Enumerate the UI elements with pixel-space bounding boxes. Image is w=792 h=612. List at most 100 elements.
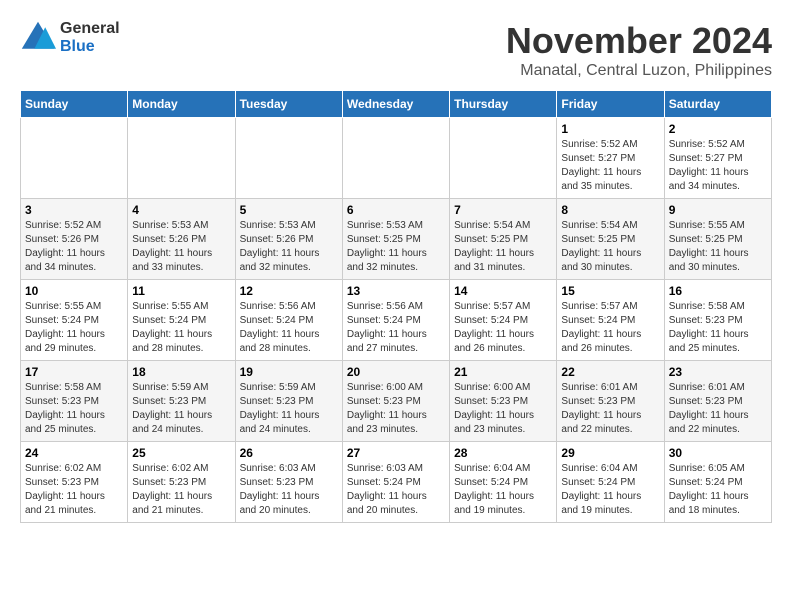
- day-number: 15: [561, 284, 659, 298]
- day-info: Sunrise: 6:01 AM Sunset: 5:23 PM Dayligh…: [669, 381, 767, 437]
- calendar-cell: 5Sunrise: 5:53 AM Sunset: 5:26 PM Daylig…: [235, 199, 342, 280]
- logo-blue-text: Blue: [60, 38, 120, 56]
- page-header: General Blue November 2024 Manatal, Cent…: [20, 20, 772, 80]
- logo: General Blue: [20, 20, 120, 56]
- calendar-cell: 2 Sunrise: 5:52 AM Sunset: 5:27 PM Daylig…: [664, 118, 771, 199]
- day-info: Sunrise: 5:58 AM Sunset: 5:23 PM Dayligh…: [25, 381, 123, 437]
- calendar-cell: 8 Sunrise: 5:54 AM Sunset: 5:25 PM Daylig…: [557, 199, 664, 280]
- day-number: 12: [240, 284, 338, 298]
- calendar-cell: 12 Sunrise: 5:56 AM Sunset: 5:24 PM Dayli…: [235, 280, 342, 361]
- logo-general-text: General: [60, 20, 120, 38]
- calendar-cell: 25 Sunrise: 6:02 AM Sunset: 5:23 PM Dayli…: [128, 442, 235, 523]
- logo-text: General Blue: [60, 20, 120, 55]
- calendar-week-row: 24Sunrise: 6:02 AM Sunset: 5:23 PM Dayli…: [21, 442, 772, 523]
- day-number: 17: [25, 365, 123, 379]
- calendar-table: SundayMondayTuesdayWednesdayThursdayFrid…: [20, 90, 772, 523]
- calendar-cell: 20Sunrise: 6:00 AM Sunset: 5:23 PM Dayli…: [342, 361, 449, 442]
- day-number: 1: [561, 122, 659, 136]
- day-info: Sunrise: 5:53 AM Sunset: 5:26 PM Dayligh…: [132, 219, 230, 275]
- day-info: Sunrise: 5:54 AM Sunset: 5:25 PM Dayligh…: [454, 219, 552, 275]
- day-number: 13: [347, 284, 445, 298]
- day-info: Sunrise: 5:52 AM Sunset: 5:27 PM Dayligh…: [561, 138, 659, 194]
- day-info: Sunrise: 6:03 AM Sunset: 5:24 PM Dayligh…: [347, 462, 445, 518]
- day-info: Sunrise: 5:56 AM Sunset: 5:24 PM Dayligh…: [240, 300, 338, 356]
- day-info: Sunrise: 5:58 AM Sunset: 5:23 PM Dayligh…: [669, 300, 767, 356]
- calendar-header-row: SundayMondayTuesdayWednesdayThursdayFrid…: [21, 91, 772, 118]
- day-info: Sunrise: 6:02 AM Sunset: 5:23 PM Dayligh…: [25, 462, 123, 518]
- day-number: 6: [347, 203, 445, 217]
- day-info: Sunrise: 6:04 AM Sunset: 5:24 PM Dayligh…: [561, 462, 659, 518]
- day-info: Sunrise: 5:53 AM Sunset: 5:25 PM Dayligh…: [347, 219, 445, 275]
- calendar-cell: 9 Sunrise: 5:55 AM Sunset: 5:25 PM Daylig…: [664, 199, 771, 280]
- calendar-week-row: 10Sunrise: 5:55 AM Sunset: 5:24 PM Dayli…: [21, 280, 772, 361]
- day-info: Sunrise: 6:00 AM Sunset: 5:23 PM Dayligh…: [454, 381, 552, 437]
- day-number: 14: [454, 284, 552, 298]
- day-info: Sunrise: 5:57 AM Sunset: 5:24 PM Dayligh…: [454, 300, 552, 356]
- calendar-cell: 27Sunrise: 6:03 AM Sunset: 5:24 PM Dayli…: [342, 442, 449, 523]
- calendar-cell: 19Sunrise: 5:59 AM Sunset: 5:23 PM Dayli…: [235, 361, 342, 442]
- weekday-header: Friday: [557, 91, 664, 118]
- calendar-cell: [342, 118, 449, 199]
- calendar-cell: 1 Sunrise: 5:52 AM Sunset: 5:27 PM Daylig…: [557, 118, 664, 199]
- calendar-cell: [21, 118, 128, 199]
- calendar-cell: [450, 118, 557, 199]
- day-number: 18: [132, 365, 230, 379]
- day-number: 22: [561, 365, 659, 379]
- weekday-header: Sunday: [21, 91, 128, 118]
- day-info: Sunrise: 5:54 AM Sunset: 5:25 PM Dayligh…: [561, 219, 659, 275]
- calendar-cell: 7 Sunrise: 5:54 AM Sunset: 5:25 PM Daylig…: [450, 199, 557, 280]
- day-number: 8: [561, 203, 659, 217]
- day-number: 19: [240, 365, 338, 379]
- day-number: 29: [561, 446, 659, 460]
- day-number: 20: [347, 365, 445, 379]
- weekday-header: Monday: [128, 91, 235, 118]
- day-info: Sunrise: 5:55 AM Sunset: 5:25 PM Dayligh…: [669, 219, 767, 275]
- calendar-cell: 14 Sunrise: 5:57 AM Sunset: 5:24 PM Dayli…: [450, 280, 557, 361]
- day-number: 30: [669, 446, 767, 460]
- day-info: Sunrise: 5:57 AM Sunset: 5:24 PM Dayligh…: [561, 300, 659, 356]
- calendar-cell: 30 Sunrise: 6:05 AM Sunset: 5:24 PM Dayli…: [664, 442, 771, 523]
- day-number: 4: [132, 203, 230, 217]
- day-number: 2: [669, 122, 767, 136]
- day-number: 26: [240, 446, 338, 460]
- day-number: 7: [454, 203, 552, 217]
- calendar-cell: 3 Sunrise: 5:52 AM Sunset: 5:26 PM Daylig…: [21, 199, 128, 280]
- calendar-cell: 16 Sunrise: 5:58 AM Sunset: 5:23 PM Dayli…: [664, 280, 771, 361]
- day-info: Sunrise: 6:05 AM Sunset: 5:24 PM Dayligh…: [669, 462, 767, 518]
- calendar-week-row: 1 Sunrise: 5:52 AM Sunset: 5:27 PM Daylig…: [21, 118, 772, 199]
- day-number: 9: [669, 203, 767, 217]
- logo-icon: [20, 20, 56, 56]
- weekday-header: Wednesday: [342, 91, 449, 118]
- weekday-header: Tuesday: [235, 91, 342, 118]
- day-number: 25: [132, 446, 230, 460]
- day-info: Sunrise: 5:52 AM Sunset: 5:26 PM Dayligh…: [25, 219, 123, 275]
- title-section: November 2024 Manatal, Central Luzon, Ph…: [506, 20, 772, 80]
- weekday-header: Thursday: [450, 91, 557, 118]
- day-number: 11: [132, 284, 230, 298]
- calendar-cell: 15 Sunrise: 5:57 AM Sunset: 5:24 PM Dayli…: [557, 280, 664, 361]
- calendar-cell: 28 Sunrise: 6:04 AM Sunset: 5:24 PM Dayli…: [450, 442, 557, 523]
- calendar-cell: 21 Sunrise: 6:00 AM Sunset: 5:23 PM Dayli…: [450, 361, 557, 442]
- day-number: 10: [25, 284, 123, 298]
- calendar-week-row: 17 Sunrise: 5:58 AM Sunset: 5:23 PM Dayli…: [21, 361, 772, 442]
- month-title: November 2024: [506, 20, 772, 62]
- day-number: 5: [240, 203, 338, 217]
- day-number: 3: [25, 203, 123, 217]
- calendar-week-row: 3 Sunrise: 5:52 AM Sunset: 5:26 PM Daylig…: [21, 199, 772, 280]
- day-info: Sunrise: 6:04 AM Sunset: 5:24 PM Dayligh…: [454, 462, 552, 518]
- day-info: Sunrise: 6:01 AM Sunset: 5:23 PM Dayligh…: [561, 381, 659, 437]
- calendar-cell: 29 Sunrise: 6:04 AM Sunset: 5:24 PM Dayli…: [557, 442, 664, 523]
- calendar-cell: 4 Sunrise: 5:53 AM Sunset: 5:26 PM Daylig…: [128, 199, 235, 280]
- day-info: Sunrise: 6:02 AM Sunset: 5:23 PM Dayligh…: [132, 462, 230, 518]
- day-number: 28: [454, 446, 552, 460]
- day-info: Sunrise: 5:52 AM Sunset: 5:27 PM Dayligh…: [669, 138, 767, 194]
- calendar-cell: 17 Sunrise: 5:58 AM Sunset: 5:23 PM Dayli…: [21, 361, 128, 442]
- day-number: 16: [669, 284, 767, 298]
- calendar-cell: 13Sunrise: 5:56 AM Sunset: 5:24 PM Dayli…: [342, 280, 449, 361]
- day-info: Sunrise: 6:03 AM Sunset: 5:23 PM Dayligh…: [240, 462, 338, 518]
- weekday-header: Saturday: [664, 91, 771, 118]
- day-number: 23: [669, 365, 767, 379]
- day-number: 21: [454, 365, 552, 379]
- calendar-cell: 11Sunrise: 5:55 AM Sunset: 5:24 PM Dayli…: [128, 280, 235, 361]
- calendar-cell: [235, 118, 342, 199]
